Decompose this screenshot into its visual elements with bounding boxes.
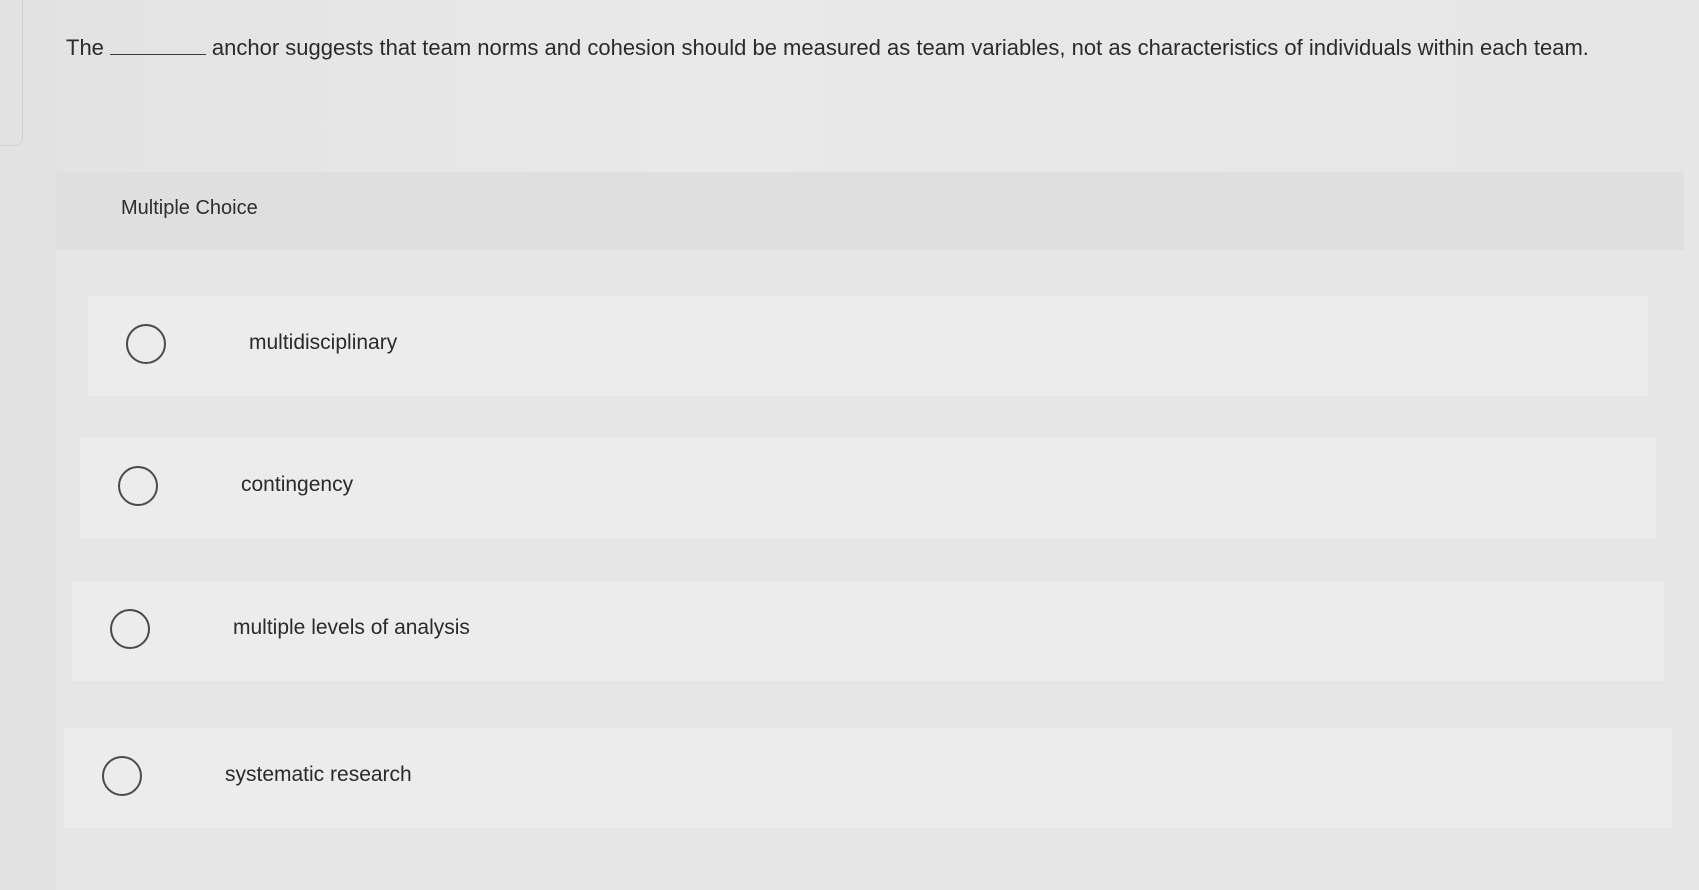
option-label: contingency: [241, 473, 354, 496]
question-suffix: anchor suggests that team norms and cohe…: [211, 35, 1589, 60]
radio-button[interactable]: [110, 609, 150, 649]
question-text: The anchor suggests that team norms and c…: [66, 32, 1666, 63]
option-contingency[interactable]: contingency: [80, 438, 1656, 538]
radio-button[interactable]: [118, 466, 158, 506]
option-multiple-levels-of-analysis[interactable]: multiple levels of analysis: [72, 581, 1664, 681]
multiple-choice-header: Multiple Choice: [56, 172, 1684, 250]
quiz-page: The anchor suggests that team norms and c…: [0, 0, 1699, 890]
radio-button[interactable]: [102, 756, 142, 796]
option-label: multidisciplinary: [249, 331, 398, 354]
multiple-choice-title: Multiple Choice: [121, 197, 258, 219]
question-prefix: The: [66, 35, 104, 60]
left-panel-edge: [0, 0, 23, 146]
option-multidisciplinary[interactable]: multidisciplinary: [88, 296, 1648, 396]
option-label: multiple levels of analysis: [233, 616, 470, 639]
answer-blank: [109, 36, 206, 55]
multiple-choice-panel: Multiple Choice multidisciplinary contin…: [56, 172, 1684, 890]
radio-button[interactable]: [126, 324, 166, 364]
option-label: systematic research: [225, 763, 412, 786]
option-systematic-research[interactable]: systematic research: [64, 728, 1672, 828]
